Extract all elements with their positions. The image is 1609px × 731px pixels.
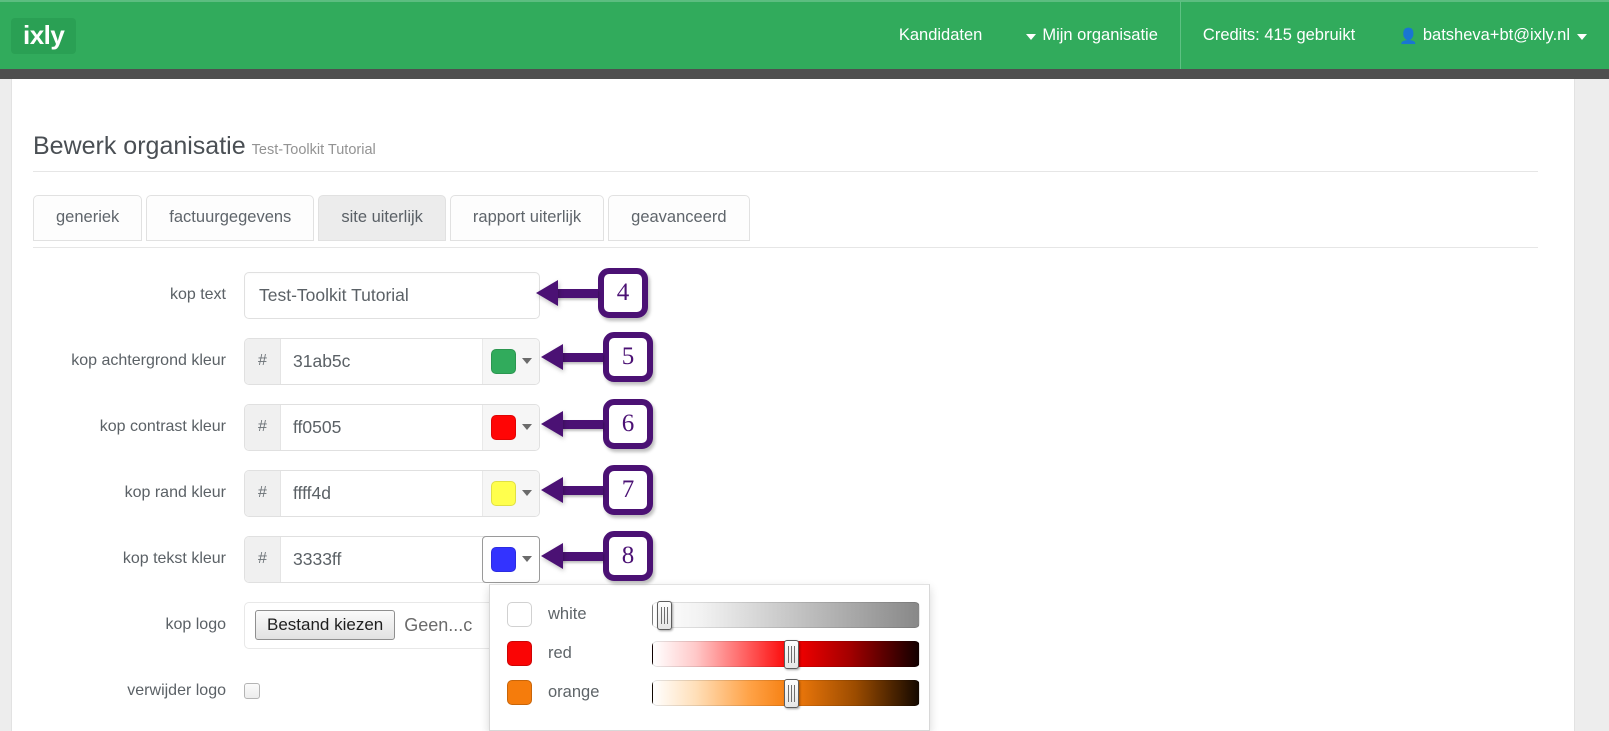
control-verwijder-logo <box>244 683 260 699</box>
form-row-kop-tekst-kleur: kop tekst kleur # <box>12 526 1574 592</box>
form-row-kop-contrast-kleur: kop contrast kleur # <box>12 394 1574 460</box>
kop-achtergrond-kleur-input[interactable] <box>281 338 482 384</box>
color-swatch-button-achtergrond[interactable] <box>482 338 539 384</box>
form-row-kop-achtergrond-kleur: kop achtergrond kleur # <box>12 328 1574 394</box>
color-picker-row-white[interactable]: white <box>490 595 929 634</box>
color-picker-row-orange[interactable]: orange <box>490 673 929 712</box>
tab-geavanceerd[interactable]: geavanceerd <box>608 195 750 241</box>
color-swatch-button-tekst[interactable] <box>482 535 540 583</box>
navbar-right: Kandidaten Mijn organisatie Credits: 415… <box>877 1 1609 70</box>
chosen-file-name: Geen...c <box>404 614 473 635</box>
color-swatch-button-rand[interactable] <box>482 470 539 516</box>
slider-thumb[interactable] <box>784 678 799 708</box>
nav-link-kandidaten-label: Kandidaten <box>898 26 983 44</box>
label-kop-contrast-kleur: kop contrast kleur <box>99 418 226 435</box>
form-row-kop-rand-kleur: kop rand kleur # <box>12 460 1574 526</box>
control-kop-achtergrond-kleur: # <box>244 337 540 385</box>
hash-prefix: # <box>245 404 281 450</box>
kop-rand-kleur-input[interactable] <box>281 470 482 516</box>
label-kop-tekst-kleur: kop tekst kleur <box>122 550 226 567</box>
label-kop-achtergrond-kleur: kop achtergrond kleur <box>71 352 226 369</box>
color-swatch-icon[interactable] <box>507 602 532 627</box>
tab-generiek[interactable]: generiek <box>33 195 143 241</box>
chevron-down-icon <box>521 556 532 562</box>
shade-slider-red[interactable] <box>652 639 920 669</box>
label-kop-rand-kleur: kop rand kleur <box>124 484 226 501</box>
color-swatch-icon[interactable] <box>507 680 532 705</box>
hash-prefix: # <box>245 470 281 516</box>
color-name-label: orange <box>548 683 600 701</box>
color-swatch-icon <box>490 414 516 440</box>
shade-slider-white[interactable] <box>652 600 920 630</box>
color-input-group-tekst: # <box>244 535 540 583</box>
navbar-account-group: Credits: 415 gebruikt 👤 batsheva+bt@ixly… <box>1179 1 1609 70</box>
tab-rapport-uiterlijk[interactable]: rapport uiterlijk <box>449 195 605 241</box>
color-swatch-icon <box>490 348 516 374</box>
chevron-down-icon <box>521 358 532 364</box>
hash-prefix: # <box>245 536 281 582</box>
choose-file-button[interactable]: Bestand kiezen <box>255 609 396 641</box>
label-verwijder-logo: verwijder logo <box>127 682 226 699</box>
nav-link-kandidaten[interactable]: Kandidaten <box>877 1 1005 70</box>
navbar-shadow-strip <box>0 69 1609 79</box>
hash-prefix: # <box>245 338 281 384</box>
color-input-group-rand: # <box>244 469 540 517</box>
page-title-block: Bewerk organisatie Test-Toolkit Tutorial <box>33 132 376 161</box>
color-input-group-contrast: # <box>244 403 540 451</box>
color-swatch-icon <box>490 480 516 506</box>
slider-thumb[interactable] <box>657 600 672 630</box>
form-row-kop-text: kop text <box>12 262 1574 328</box>
color-name-label: white <box>548 605 587 623</box>
label-kop-logo: kop logo <box>165 616 227 633</box>
top-navbar: ixly Kandidaten Mijn organisatie Credits… <box>0 0 1609 70</box>
user-icon: 👤 <box>1399 27 1418 45</box>
tab-site-uiterlijk[interactable]: site uiterlijk <box>318 195 446 241</box>
control-kop-contrast-kleur: # <box>244 403 540 451</box>
kop-tekst-kleur-input[interactable] <box>281 536 482 582</box>
shade-slider-orange[interactable] <box>652 678 920 708</box>
chevron-down-icon <box>521 490 532 496</box>
color-name-label: red <box>548 644 572 662</box>
page-title-divider <box>33 171 1538 172</box>
chevron-down-icon <box>1026 33 1037 40</box>
color-swatch-icon[interactable] <box>507 641 532 666</box>
tab-bar: generiek factuurgegevens site uiterlijk … <box>33 195 754 241</box>
control-kop-text <box>244 271 540 319</box>
control-kop-rand-kleur: # <box>244 469 540 517</box>
user-menu[interactable]: 👤 batsheva+bt@ixly.nl <box>1377 1 1609 70</box>
nav-link-mijn-organisatie-label: Mijn organisatie <box>1042 26 1158 44</box>
color-swatch-button-contrast[interactable] <box>482 404 539 450</box>
verwijder-logo-checkbox[interactable] <box>244 683 260 699</box>
ixly-logo[interactable]: ixly <box>11 17 77 54</box>
credits-status: Credits: 415 gebruikt <box>1202 26 1356 44</box>
control-kop-tekst-kleur: # <box>244 535 540 583</box>
tab-bar-divider <box>33 247 1538 248</box>
label-kop-text: kop text <box>169 286 226 303</box>
page-subtitle: Test-Toolkit Tutorial <box>251 142 376 158</box>
navbar-primary-links: Kandidaten Mijn organisatie <box>877 1 1180 70</box>
chevron-down-icon <box>521 424 532 430</box>
kop-contrast-kleur-input[interactable] <box>281 404 482 450</box>
nav-link-mijn-organisatie[interactable]: Mijn organisatie <box>1004 1 1180 70</box>
slider-thumb[interactable] <box>784 639 799 669</box>
kop-text-input[interactable] <box>244 271 540 319</box>
page-title: Bewerk organisatie <box>33 132 246 160</box>
color-swatch-icon <box>490 546 516 572</box>
chevron-down-icon <box>1577 33 1587 40</box>
tab-factuurgegevens[interactable]: factuurgegevens <box>146 195 315 241</box>
color-picker-dropdown[interactable]: white red orange <box>489 584 930 731</box>
color-input-group-achtergrond: # <box>244 337 540 385</box>
user-menu-label: batsheva+bt@ixly.nl <box>1422 26 1570 44</box>
color-picker-row-red[interactable]: red <box>490 634 929 673</box>
